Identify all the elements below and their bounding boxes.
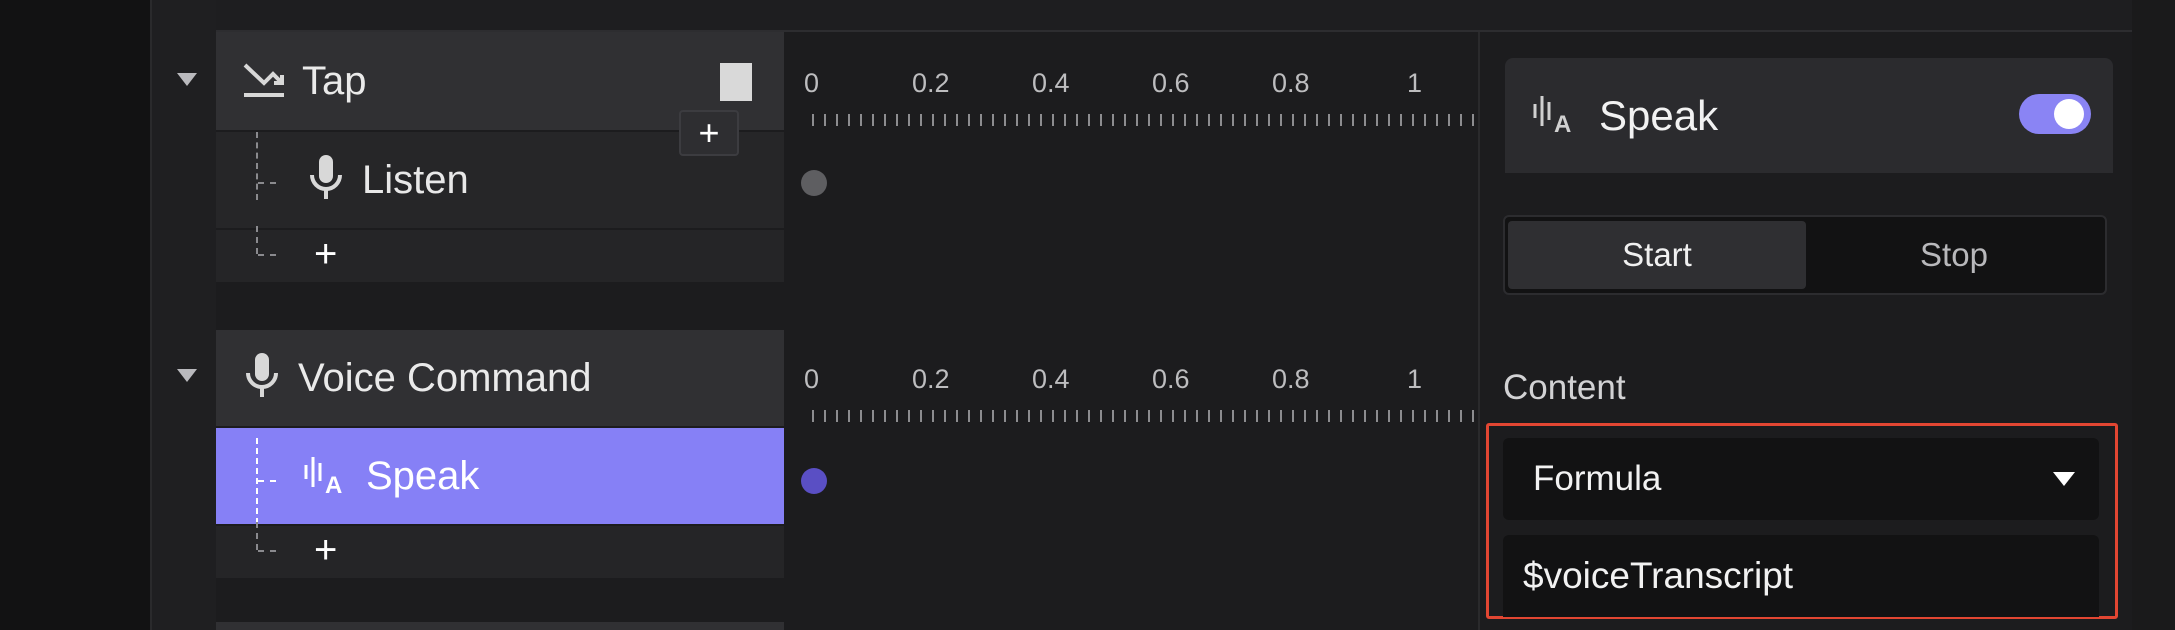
content-label: Content xyxy=(1503,368,1626,407)
timeline-keyframe-listen[interactable] xyxy=(801,170,827,196)
tree-connector xyxy=(256,226,258,254)
ruler-ticks xyxy=(812,410,1476,422)
panel-title: Speak xyxy=(1599,91,1719,139)
list-item-label-listen: Listen xyxy=(362,157,469,202)
speak-icon: A xyxy=(302,453,350,500)
tree-connector xyxy=(258,182,276,184)
left-panel xyxy=(0,0,150,630)
list-item-speak[interactable]: A Speak xyxy=(216,428,784,524)
ruler-tick-label: 0.4 xyxy=(1032,68,1070,98)
add-action-plus-icon[interactable]: + xyxy=(314,234,337,274)
segment-stop[interactable]: Stop xyxy=(1806,221,2102,289)
ruler-tick-label: 1 xyxy=(1407,364,1423,394)
content-mode-select[interactable]: Formula xyxy=(1503,438,2099,520)
tree-connector xyxy=(256,132,258,200)
toggle-knob[interactable] xyxy=(2054,99,2084,129)
ruler-tick-label: 0 xyxy=(804,68,820,98)
formula-input[interactable]: $voiceTranscript xyxy=(1503,535,2099,617)
ruler-tick-label: 0.8 xyxy=(1272,68,1310,98)
panel-divider xyxy=(1478,32,1480,630)
ruler-tick-label: 0.2 xyxy=(912,364,950,394)
tree-gutter xyxy=(150,0,216,630)
ruler-tick-label: 0.2 xyxy=(912,68,950,98)
ruler-tick-label: 0.6 xyxy=(1152,364,1190,394)
ruler-tick-label: 1 xyxy=(1407,68,1423,98)
add-action-row-tap[interactable]: + xyxy=(216,226,784,282)
microphone-icon xyxy=(242,351,282,406)
add-action-row-voice-command[interactable]: + xyxy=(216,522,784,578)
right-edge xyxy=(2132,0,2175,630)
tree-connector xyxy=(256,522,258,550)
trigger-header-voice-command[interactable]: Voice Command xyxy=(216,330,784,426)
speak-icon: A xyxy=(1531,92,1579,139)
collapse-voice-command-caret-icon[interactable] xyxy=(177,369,197,382)
chevron-down-icon[interactable] xyxy=(2053,472,2075,486)
ruler-tick-label: 0.8 xyxy=(1272,364,1310,394)
tap-preview-thumbnail[interactable] xyxy=(720,63,752,101)
tree-connector xyxy=(258,550,276,552)
segment-start[interactable]: Start xyxy=(1508,221,1806,289)
ruler-ticks xyxy=(812,114,1476,126)
list-item-label-speak: Speak xyxy=(366,453,480,498)
ruler-tick-label: 0.4 xyxy=(1032,364,1070,394)
add-plus-icon: + xyxy=(698,112,720,153)
microphone-icon xyxy=(306,153,346,208)
tree-connector xyxy=(258,254,276,256)
tap-trigger-icon xyxy=(242,59,286,104)
ruler-tick-label: 0.6 xyxy=(1152,68,1190,98)
next-trigger-header xyxy=(216,622,784,630)
timeline-keyframe-speak[interactable] xyxy=(801,468,827,494)
floating-add-button[interactable]: + xyxy=(679,110,739,156)
trigger-title-tap: Tap xyxy=(302,58,367,103)
ruler-tick-label: 0 xyxy=(804,364,820,394)
trigger-title-voice-command: Voice Command xyxy=(298,355,592,400)
svg-text:A: A xyxy=(1554,111,1571,134)
svg-text:A: A xyxy=(325,472,342,495)
top-toolbar xyxy=(0,0,2175,32)
add-action-plus-icon[interactable]: + xyxy=(314,530,337,570)
collapse-tap-caret-icon[interactable] xyxy=(177,73,197,86)
tree-connector xyxy=(258,480,276,482)
